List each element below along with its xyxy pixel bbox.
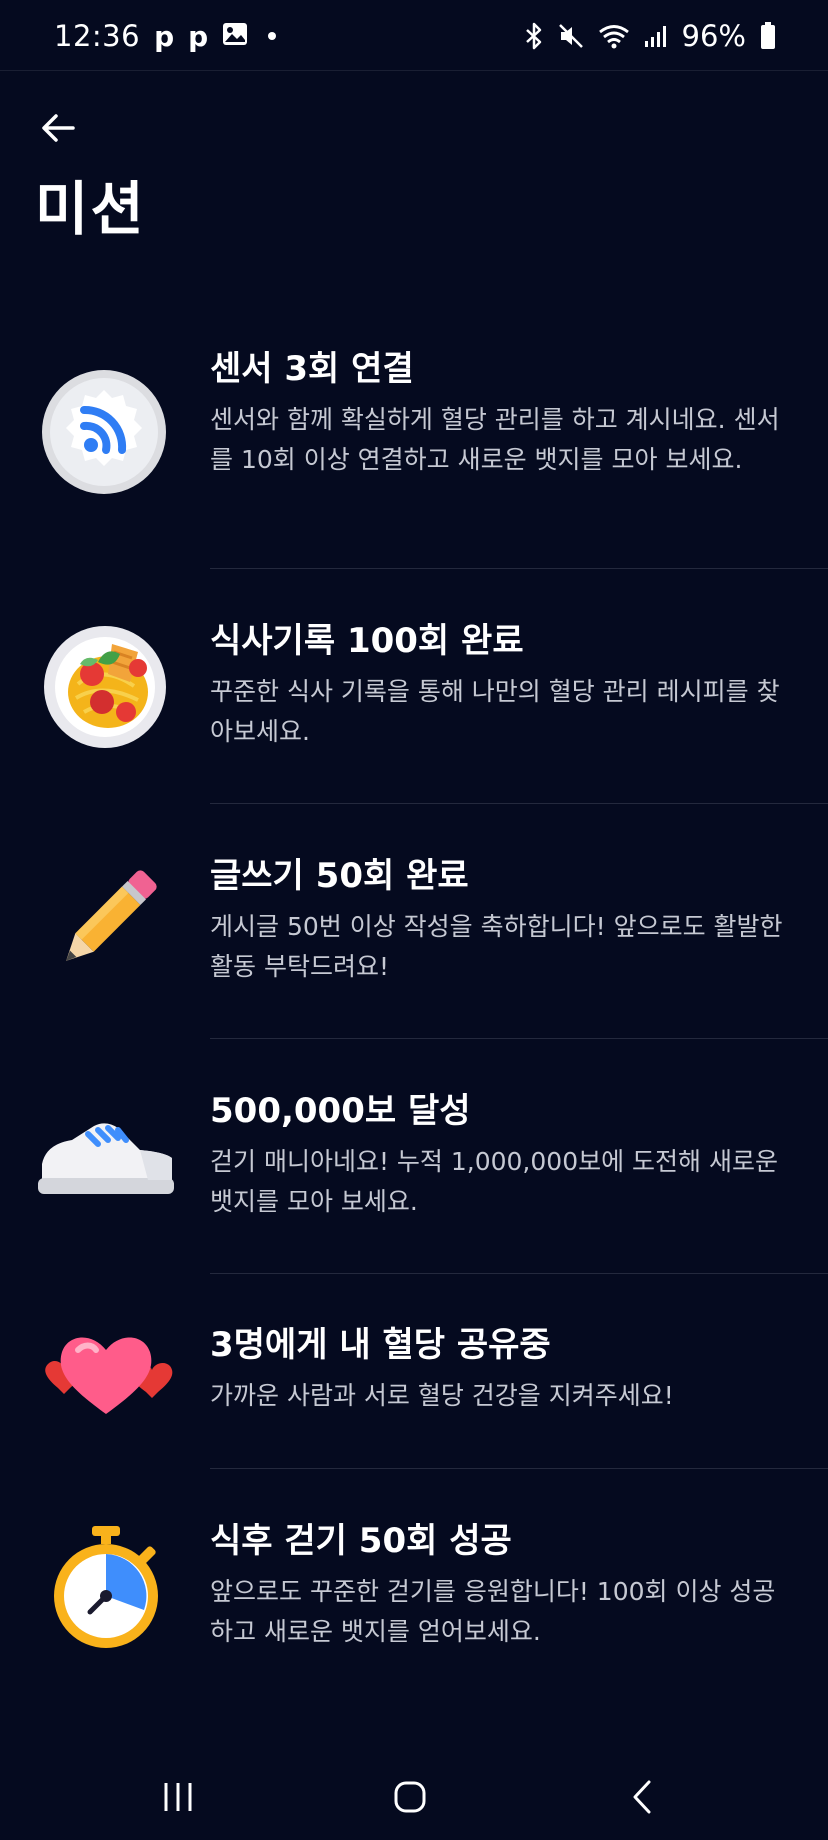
recent-apps-icon (164, 1783, 192, 1811)
battery-percent: 96% (681, 19, 746, 53)
sensor-badge-icon (40, 368, 168, 496)
wifi-icon (598, 23, 630, 49)
notification-p-icon: p (154, 19, 175, 53)
pencil-icon (46, 863, 164, 981)
mission-text: 식후 걷기 50회 성공 앞으로도 꾸준한 걷기를 응원합니다! 100회 이상… (210, 1518, 798, 1652)
sneaker-icon (36, 1100, 176, 1210)
mission-text: 글쓰기 50회 완료 게시글 50번 이상 작성을 축하합니다! 앞으로도 활발… (210, 853, 798, 987)
mission-text: 3명에게 내 혈당 공유중 가까운 사람과 서로 혈당 건강을 지켜주세요! (210, 1322, 798, 1416)
back-button[interactable] (30, 100, 86, 156)
hearts-icon (36, 1322, 176, 1422)
mission-description: 꾸준한 식사 기록을 통해 나만의 혈당 관리 레시피를 찾아보세요. (210, 677, 780, 746)
home-icon (394, 1781, 426, 1813)
mission-title: 식사기록 100회 완료 (210, 621, 524, 661)
mission-description: 센서와 함께 확실하게 혈당 관리를 하고 계시네요. 센서를 10회 이상 연… (210, 405, 780, 474)
notification-p-icon-2: p (188, 19, 209, 53)
navigation-bar (0, 1750, 828, 1840)
status-time: 12:36 (54, 19, 141, 53)
status-left: 12:36 p p (54, 19, 277, 53)
mission-description: 걷기 매니아네요! 누적 1,000,000보에 도전해 새로운 뱃지를 모아 … (210, 1147, 778, 1216)
stopwatch-icon (50, 1526, 162, 1650)
mission-title: 센서 3회 연결 (210, 349, 414, 389)
divider (210, 568, 828, 569)
more-notifications-dot (268, 32, 277, 40)
image-notification-icon (222, 19, 248, 53)
recent-apps-button[interactable] (148, 1772, 208, 1822)
divider (210, 803, 828, 804)
nav-back-icon (633, 1780, 651, 1814)
signal-icon (644, 24, 668, 48)
status-bar: 12:36 p p 96% (0, 0, 828, 72)
status-right: 96% (524, 19, 776, 53)
status-divider (0, 70, 828, 71)
bluetooth-icon (524, 22, 544, 50)
mission-description: 게시글 50번 이상 작성을 축하합니다! 앞으로도 활발한 활동 부탁드려요! (210, 912, 783, 981)
mission-title: 글쓰기 50회 완료 (210, 856, 469, 896)
mission-title: 500,000보 달성 (210, 1091, 471, 1131)
mission-text: 센서 3회 연결 센서와 함께 확실하게 혈당 관리를 하고 계시네요. 센서를… (210, 346, 798, 480)
home-button[interactable] (380, 1772, 440, 1822)
mission-title: 3명에게 내 혈당 공유중 (210, 1325, 551, 1365)
mission-description: 가까운 사람과 서로 혈당 건강을 지켜주세요! (210, 1381, 674, 1410)
mission-description: 앞으로도 꾸준한 걷기를 응원합니다! 100회 이상 성공하고 새로운 뱃지를… (210, 1577, 776, 1646)
battery-icon (760, 22, 776, 50)
divider (210, 1038, 828, 1039)
back-arrow-icon (42, 114, 75, 142)
nav-back-button[interactable] (612, 1772, 672, 1822)
page-title: 미션 (35, 175, 146, 243)
mission-text: 식사기록 100회 완료 꾸준한 식사 기록을 통해 나만의 혈당 관리 레시피… (210, 618, 798, 752)
divider (210, 1468, 828, 1469)
mission-title: 식후 걷기 50회 성공 (210, 1521, 512, 1561)
pasta-plate-icon (42, 624, 168, 750)
mute-icon (558, 23, 584, 49)
divider (210, 1273, 828, 1274)
mission-text: 500,000보 달성 걷기 매니아네요! 누적 1,000,000보에 도전해… (210, 1088, 798, 1222)
